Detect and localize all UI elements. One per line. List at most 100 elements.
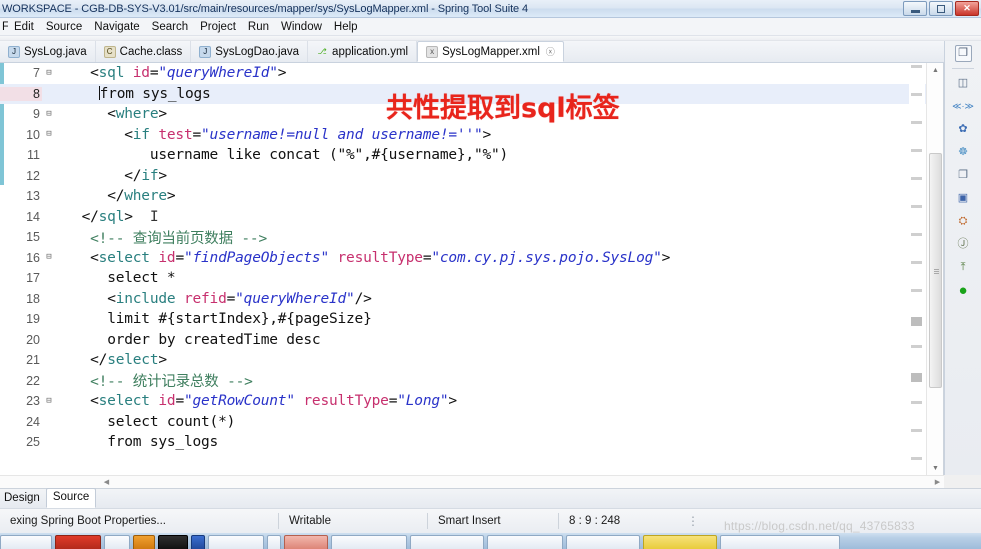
code-line[interactable]: 21 </select> <box>0 350 943 371</box>
code-line[interactable]: 13 </where> <box>0 186 943 207</box>
taskbar-item[interactable] <box>208 535 264 549</box>
taskbar-item[interactable] <box>643 535 717 549</box>
code-token-attrname: test <box>158 126 193 143</box>
editor-tab-syslogdao-java[interactable]: J SysLogDao.java <box>191 41 309 62</box>
fold-toggle-icon[interactable]: ⊟ <box>42 68 56 78</box>
fold-toggle-icon[interactable]: ⊟ <box>42 130 56 139</box>
editor-tab-syslog-java[interactable]: J SysLog.java <box>0 41 96 62</box>
taskbar-item[interactable] <box>487 535 563 549</box>
line-number: 23 <box>26 394 40 409</box>
run-icon[interactable]: ● <box>955 282 972 299</box>
code-line[interactable]: 22 <!-- 统计记录总数 --> <box>0 371 943 392</box>
code-line[interactable]: 15 <!-- 查询当前页数据 --> <box>0 227 943 248</box>
java-ee-perspective-icon[interactable]: ▣ <box>955 190 972 207</box>
menu-item-source[interactable]: Source <box>40 18 88 36</box>
overview-ruler[interactable] <box>909 63 925 475</box>
taskbar-item[interactable] <box>104 535 130 549</box>
taskbar-item[interactable] <box>267 535 281 549</box>
editor-horizontal-scrollbar[interactable]: ◀ ▶ <box>0 475 944 488</box>
taskbar-item[interactable] <box>191 535 205 549</box>
scroll-thumb-grip <box>934 269 939 275</box>
code-token-tagname: where <box>115 106 159 123</box>
taskbar-item[interactable] <box>0 535 52 549</box>
code-line[interactable]: 14 </sql> I <box>0 207 943 228</box>
code-line[interactable]: 17 select * <box>0 268 943 289</box>
scroll-down-icon[interactable]: ▼ <box>927 461 944 475</box>
code-token-punct: < <box>107 290 116 307</box>
taskbar-item[interactable] <box>720 535 840 549</box>
status-overflow-icon[interactable]: ⋮ <box>679 514 700 528</box>
code-token-punct: < <box>107 106 116 123</box>
editor-vertical-scrollbar[interactable]: ▲ ▼ <box>926 63 943 475</box>
taskbar-item[interactable] <box>410 535 484 549</box>
java-file-icon: J <box>8 45 20 58</box>
team-sync-icon[interactable]: ⛭ <box>955 213 972 230</box>
tab-design[interactable]: Design <box>0 490 46 508</box>
boot-dashboard-icon[interactable]: ≪·≫ <box>952 98 974 115</box>
java-perspective-icon[interactable]: ❐ <box>955 167 972 184</box>
code-line[interactable]: 7 ⊟ <sql id="queryWhereId"> <box>0 63 943 84</box>
code-line[interactable]: 25 from sys_logs <box>0 432 943 453</box>
code-token-plain: select * <box>107 270 176 287</box>
code-text: username like concat ("%",#{username},"%… <box>56 147 943 163</box>
code-token-tagname: select <box>98 393 150 410</box>
taskbar-item[interactable] <box>566 535 640 549</box>
code-token-attrname: id <box>158 393 176 410</box>
taskbar-item[interactable] <box>133 535 155 549</box>
code-line[interactable]: 23 ⊟ <select id="getRowCount" resultType=… <box>0 391 943 412</box>
code-line[interactable]: 10 ⊟ <if test="username!=null and usernam… <box>0 125 943 146</box>
taskbar-item[interactable] <box>284 535 328 549</box>
menu-item-window[interactable]: Window <box>275 18 328 36</box>
code-token-comment: <!-- 统计记录总数 --> <box>90 374 253 391</box>
editor-tab-cache-class[interactable]: C Cache.class <box>96 41 192 62</box>
menu-item-search[interactable]: Search <box>146 18 194 36</box>
menu-item-edit[interactable]: Edit <box>8 18 40 36</box>
code-line[interactable]: 12 </if> <box>0 166 943 187</box>
code-line[interactable]: 20 order by createdTime desc <box>0 330 943 351</box>
code-text: </where> <box>56 188 943 204</box>
line-number: 15 <box>26 230 40 245</box>
menu-bar: File Edit Source Navigate Search Project… <box>0 18 981 36</box>
status-insert-mode: Smart Insert <box>438 515 501 527</box>
code-token-comment: <!-- 查询当前页数据 --> <box>90 230 267 247</box>
spring-explorer-icon[interactable]: ✿ <box>955 121 972 138</box>
scroll-left-icon[interactable]: ◀ <box>100 476 113 488</box>
install-icon[interactable]: ⤒ <box>955 259 972 276</box>
scroll-up-icon[interactable]: ▲ <box>927 63 944 77</box>
editor-tab-syslogmapper-xml[interactable]: x SysLogMapper.xml ⓧ <box>417 41 564 62</box>
fold-toggle-icon[interactable]: ⊟ <box>42 253 56 262</box>
taskbar-item[interactable] <box>158 535 188 549</box>
close-icon[interactable]: ⓧ <box>546 45 555 58</box>
debug-perspective-icon[interactable]: ☸ <box>955 144 972 161</box>
code-line[interactable]: 18 <include refid="queryWhereId"/> <box>0 289 943 310</box>
close-button[interactable]: ✕ <box>955 1 979 16</box>
line-number: 10 <box>26 127 40 142</box>
restore-perspective-icon[interactable]: ❐ <box>954 45 972 62</box>
tab-source[interactable]: Source <box>45 488 97 508</box>
code-line[interactable]: 16 ⊟ <select id="findPageObjects" resultT… <box>0 248 943 269</box>
javascript-perspective-icon[interactable]: Ⓙ <box>955 236 972 253</box>
code-token-attrval: "queryWhereId" <box>158 65 278 82</box>
code-line[interactable]: 19 limit #{startIndex},#{pageSize} <box>0 309 943 330</box>
taskbar-item[interactable] <box>331 535 407 549</box>
taskbar-item[interactable] <box>55 535 101 549</box>
menu-item-navigate[interactable]: Navigate <box>88 18 145 36</box>
code-line[interactable]: 24 select count(*) <box>0 412 943 433</box>
line-number: 22 <box>26 373 40 388</box>
scroll-right-icon[interactable]: ▶ <box>931 476 944 488</box>
vertical-scroll-thumb[interactable] <box>929 153 942 388</box>
open-perspective-icon[interactable]: ◫ <box>955 75 972 92</box>
menu-item-project[interactable]: Project <box>194 18 242 36</box>
fold-toggle-icon[interactable]: ⊟ <box>42 396 56 406</box>
fold-toggle-icon[interactable]: ⊟ <box>42 109 56 119</box>
restore-button[interactable] <box>929 1 953 16</box>
code-token-punct: = <box>175 393 184 410</box>
menu-item-run[interactable]: Run <box>242 18 275 36</box>
code-line[interactable]: 11 username like concat ("%",#{username}… <box>0 145 943 166</box>
code-token-tagname: if <box>132 126 150 143</box>
minimize-button[interactable] <box>903 1 927 16</box>
editor-tab-application-yml[interactable]: ⎇ application.yml <box>308 41 418 62</box>
status-writable: Writable <box>289 515 331 527</box>
menu-item-help[interactable]: Help <box>328 18 364 36</box>
